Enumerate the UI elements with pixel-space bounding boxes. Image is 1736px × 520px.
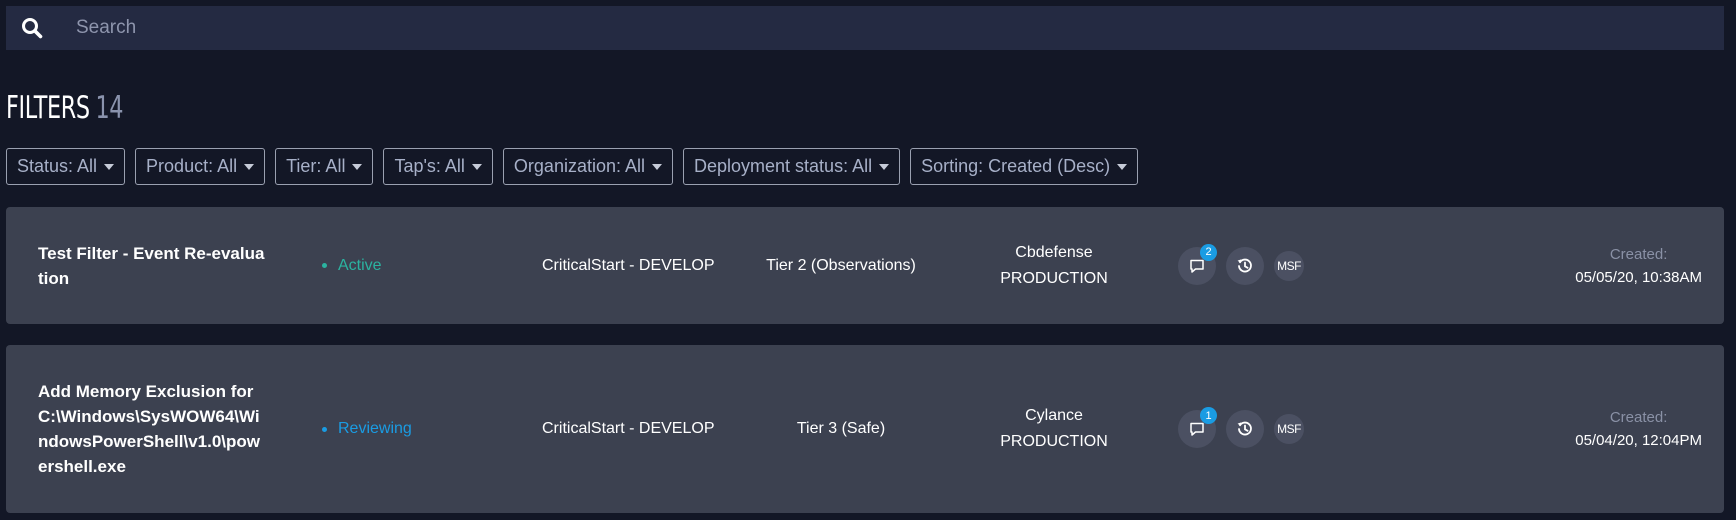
status-dot — [322, 426, 327, 432]
taps-filter-label: Tap's: All — [394, 156, 465, 176]
status-dot — [322, 263, 327, 268]
product-filter-dropdown[interactable]: Product: All — [135, 148, 266, 185]
product-info: Cylance PRODUCTION — [954, 345, 1154, 513]
caret-down-icon — [471, 163, 482, 170]
search-bar — [6, 6, 1724, 50]
created-label: Created: — [1609, 409, 1668, 426]
product-name: Cylance — [1025, 407, 1083, 424]
comment-icon — [1190, 259, 1204, 273]
action-icons: 2 MSF — [1178, 207, 1304, 324]
comment-icon — [1190, 422, 1204, 436]
caret-down-icon — [244, 163, 255, 170]
taps-filter-dropdown[interactable]: Tap's: All — [383, 148, 493, 185]
history-icon — [1237, 258, 1252, 272]
status-indicator: Reviewing — [322, 345, 412, 513]
tier-filter-dropdown[interactable]: Tier: All — [275, 148, 374, 185]
filter-count: 14 — [95, 90, 124, 126]
tier-label: Tier 2 (Observations) — [766, 256, 916, 274]
created-date: 05/05/20, 10:38AM — [1575, 268, 1702, 286]
history-button[interactable] — [1226, 246, 1264, 285]
deployment-status: PRODUCTION — [1000, 433, 1108, 450]
comments-button[interactable]: 1 — [1178, 407, 1217, 448]
created-date: 05/04/20, 12:04PM — [1575, 432, 1702, 449]
caret-down-icon — [1117, 163, 1128, 170]
caret-down-icon — [652, 163, 662, 170]
comment-count-badge: 2 — [1200, 243, 1217, 261]
sorting-label: Sorting: Created (Desc) — [921, 156, 1111, 176]
page-title-text: FILTERS — [6, 90, 90, 126]
action-icons: 1 MSF — [1178, 345, 1304, 513]
deployment-status: PRODUCTION — [1000, 269, 1108, 287]
deployment-status-filter-label: Deployment status: All — [694, 156, 873, 176]
msf-tag[interactable]: MSF — [1274, 414, 1304, 444]
tier-label: Tier 3 (Safe) — [796, 420, 886, 437]
deployment-status-filter-dropdown[interactable]: Deployment status: All — [683, 148, 901, 185]
history-button[interactable] — [1226, 410, 1264, 448]
filter-card[interactable]: Add Memory Exclusion for C:\Windows\SysW… — [6, 345, 1724, 513]
organization-name: CriticalStart - DEVELOP — [542, 420, 715, 437]
status-text: Active — [338, 256, 382, 274]
caret-down-icon — [352, 163, 363, 170]
filter-name[interactable]: Add Memory Exclusion for C:\Windows\SysW… — [38, 345, 268, 513]
status-filter-dropdown[interactable]: Status: All — [6, 148, 126, 185]
history-icon — [1237, 421, 1252, 436]
caret-down-icon — [879, 163, 890, 170]
created-info: Created: 05/05/20, 10:38AM — [1575, 207, 1702, 324]
caret-down-icon — [104, 163, 115, 170]
product-filter-label: Product: All — [146, 156, 238, 176]
status-text: Reviewing — [338, 420, 412, 437]
comments-button[interactable]: 2 — [1178, 243, 1217, 285]
tier-filter-label: Tier: All — [286, 156, 346, 176]
organization-filter-dropdown[interactable]: Organization: All — [502, 148, 673, 185]
status-indicator: Active — [322, 207, 382, 324]
search-input[interactable] — [58, 6, 1724, 50]
filter-name[interactable]: Test Filter - Event Re-evaluation — [38, 207, 268, 324]
created-info: Created: 05/04/20, 12:04PM — [1575, 345, 1702, 513]
msf-tag[interactable]: MSF — [1274, 250, 1304, 281]
filter-card[interactable]: Test Filter - Event Re-evaluation Active… — [6, 207, 1724, 324]
filter-bar: Status: All Product: All Tier: All Tap's… — [6, 148, 1139, 185]
product-name: Cbdefense — [1015, 243, 1093, 261]
organization-name: CriticalStart - DEVELOP — [542, 256, 715, 274]
organization-filter-label: Organization: All — [513, 156, 645, 176]
product-info: Cbdefense PRODUCTION — [954, 207, 1154, 324]
search-icon[interactable] — [6, 6, 58, 50]
sorting-dropdown[interactable]: Sorting: Created (Desc) — [910, 148, 1139, 185]
status-filter-label: Status: All — [17, 156, 98, 176]
page-title: FILTERS 14 — [6, 86, 123, 130]
created-label: Created: — [1609, 245, 1668, 263]
comment-count-badge: 1 — [1200, 407, 1217, 424]
